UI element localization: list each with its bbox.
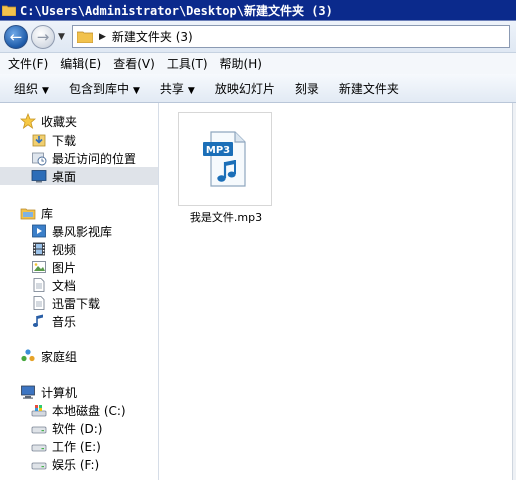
sidebar-item-label: 图片 xyxy=(52,260,77,275)
sidebar-item-label: 收藏夹 xyxy=(41,114,78,129)
sidebar-item-label: 最近访问的位置 xyxy=(52,151,137,166)
organize-label: 组织 xyxy=(14,81,39,96)
back-button[interactable]: ← xyxy=(4,25,28,49)
burn-button[interactable]: 刻录 xyxy=(281,80,319,97)
document-icon xyxy=(33,278,45,292)
sidebar-item-label: 本地磁盘 (C:) xyxy=(52,403,126,418)
system-drive-icon xyxy=(31,405,47,417)
sidebar-item-label: 下载 xyxy=(52,133,77,148)
file-badge: MP3 xyxy=(206,145,230,156)
command-bar: 组织 ▼ 包含到库中 ▼ 共享 ▼ 放映幻灯片 刻录 新建文件夹 xyxy=(0,74,516,103)
address-bar: ← → ▼ ▶ 新建文件夹 (3) xyxy=(0,21,516,53)
sidebar-item-label: 娱乐 (F:) xyxy=(52,457,100,472)
share-button[interactable]: 共享 ▼ xyxy=(146,80,195,97)
sidebar-item-label: 暴风影视库 xyxy=(52,224,113,239)
hard-drive-icon xyxy=(31,444,47,452)
chevron-down-icon: ▼ xyxy=(42,85,49,96)
organize-button[interactable]: 组织 ▼ xyxy=(0,80,49,97)
file-name[interactable]: 我是文件.mp3 xyxy=(176,209,276,225)
sidebar-item-homegroup[interactable]: 家庭组 xyxy=(0,347,178,365)
share-label: 共享 xyxy=(159,81,184,96)
arrow-left-icon: ← xyxy=(9,27,23,46)
film-icon xyxy=(33,242,45,256)
slideshow-button[interactable]: 放映幻灯片 xyxy=(201,80,275,97)
sidebar-item-label: 文档 xyxy=(52,278,77,293)
title-bar: C:\Users\Administrator\Desktop\新建文件夹 (3) xyxy=(0,0,516,21)
downloads-icon xyxy=(32,134,46,147)
window-title: C:\Users\Administrator\Desktop\新建文件夹 (3) xyxy=(20,3,333,18)
sidebar-item-label: 音乐 xyxy=(52,314,77,329)
libraries-icon xyxy=(20,208,36,220)
recent-pages-dropdown[interactable]: ▼ xyxy=(58,32,65,42)
menu-view[interactable]: 查看(V) xyxy=(105,55,155,72)
file-item[interactable]: MP3 我是文件.mp3 xyxy=(176,112,276,232)
sidebar-item-label: 视频 xyxy=(52,242,77,257)
menu-bar: 文件(F) 编辑(E) 查看(V) 工具(T) 帮助(H) xyxy=(0,53,516,74)
video-library-icon xyxy=(32,224,46,238)
include-in-library-button[interactable]: 包含到库中 ▼ xyxy=(55,80,140,97)
arrow-right-icon: → xyxy=(36,27,50,46)
include-in-library-label: 包含到库中 xyxy=(68,81,129,96)
sidebar-item-label: 工作 (E:) xyxy=(52,439,101,454)
menu-help[interactable]: 帮助(H) xyxy=(212,55,262,72)
folder-icon xyxy=(77,31,93,43)
sidebar-item-label: 家庭组 xyxy=(41,349,78,364)
menu-edit[interactable]: 编辑(E) xyxy=(52,55,101,72)
forward-button[interactable]: → xyxy=(31,25,55,49)
picture-icon xyxy=(32,261,46,273)
chevron-down-icon: ▼ xyxy=(187,85,195,96)
sidebar-item-favorites[interactable]: 收藏夹 xyxy=(0,112,178,130)
sidebar-item-libraries[interactable]: 库 xyxy=(0,204,178,222)
navigation-pane: 收藏夹 下载 最近访问的位置 桌面 库 暴风影视库 视频 图片 文档 迅雷下载 … xyxy=(0,103,159,480)
new-folder-button[interactable]: 新建文件夹 xyxy=(325,80,399,97)
window-border xyxy=(512,103,516,480)
file-list: MP3 我是文件.mp3 xyxy=(159,103,516,480)
address-field[interactable]: ▶ 新建文件夹 (3) xyxy=(72,25,510,48)
menu-file[interactable]: 文件(F) xyxy=(0,55,48,72)
file-thumbnail[interactable]: MP3 xyxy=(178,112,272,206)
sidebar-item-label: 计算机 xyxy=(41,385,78,400)
desktop-icon xyxy=(31,170,47,183)
breadcrumb-current[interactable]: 新建文件夹 (3) xyxy=(112,28,193,45)
folder-icon xyxy=(2,5,16,16)
sidebar-item-desktop[interactable]: 桌面 xyxy=(0,167,158,185)
hard-drive-icon xyxy=(31,426,47,434)
chevron-down-icon: ▼ xyxy=(58,32,65,42)
sidebar-item-label: 软件 (D:) xyxy=(52,421,103,436)
sidebar-item-label: 桌面 xyxy=(52,169,77,184)
document-icon xyxy=(33,296,45,310)
sidebar-item-computer[interactable]: 计算机 xyxy=(0,383,178,401)
breadcrumb-arrow-icon[interactable]: ▶ xyxy=(99,32,106,42)
recent-places-icon xyxy=(32,152,47,166)
music-note-icon xyxy=(32,314,43,327)
mp3-file-icon: MP3 xyxy=(203,131,246,187)
hard-drive-icon xyxy=(31,462,47,470)
menu-tools[interactable]: 工具(T) xyxy=(159,55,208,72)
chevron-down-icon: ▼ xyxy=(132,85,140,96)
sidebar-item-label: 迅雷下载 xyxy=(52,296,101,311)
sidebar-item-label: 库 xyxy=(41,206,54,221)
homegroup-icon xyxy=(21,349,35,362)
computer-icon xyxy=(21,385,35,399)
star-icon xyxy=(20,113,36,129)
